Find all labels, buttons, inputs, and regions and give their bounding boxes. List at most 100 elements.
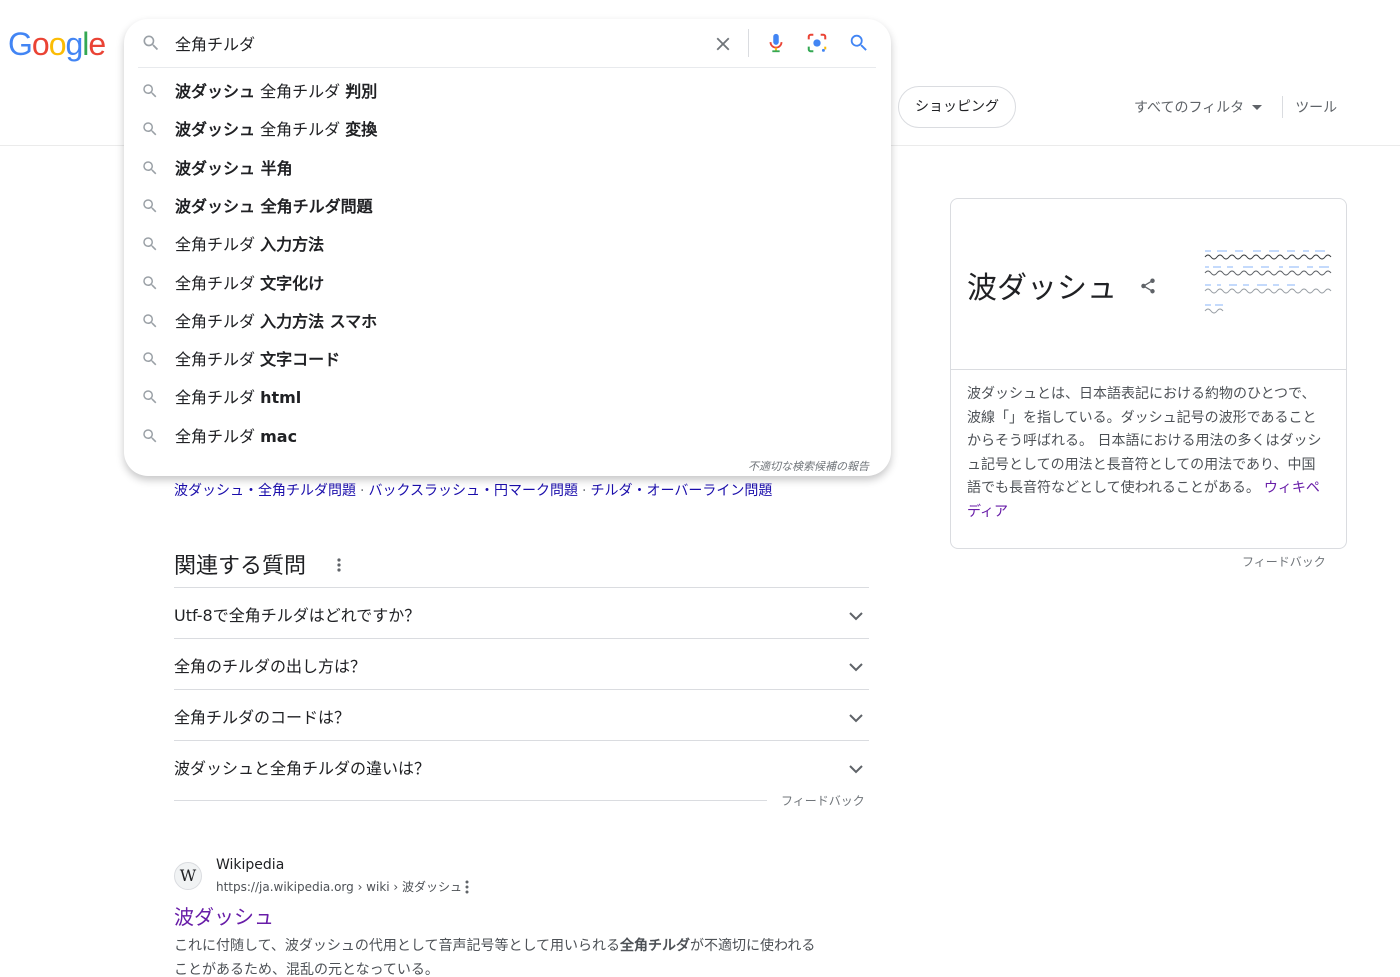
suggestion-query-part: 全角チルダ: [175, 350, 261, 370]
suggestion-query-part: 全角チルダ: [255, 120, 346, 140]
suggestion-text: 波ダッシュ 全角チルダ 変換: [175, 116, 377, 140]
logo-letter: G: [8, 26, 33, 62]
suggestion-item[interactable]: 波ダッシュ 全角チルダ 変換: [124, 109, 891, 147]
related-link[interactable]: バックスラッシュ・円マーク問題: [368, 483, 578, 499]
suggestion-text: 全角チルダ 文字コード: [175, 346, 340, 370]
paa-question-text: 全角のチルダの出し方は？: [174, 657, 367, 676]
logo-letter: o: [48, 26, 67, 62]
search-icon: [141, 235, 159, 257]
knowledge-panel-feedback-link[interactable]: フィードバック: [1242, 553, 1326, 570]
share-icon[interactable]: [1139, 276, 1157, 300]
suggestion-bold-part: 波ダッシュ: [175, 82, 256, 101]
logo-letter: g: [65, 26, 83, 62]
suggestion-item[interactable]: 全角チルダ 入力方法 スマホ: [124, 301, 891, 339]
knowledge-panel-description: 波ダッシュとは、日本語表記における約物のひとつで、波線「」を指している。ダッシュ…: [967, 383, 1329, 524]
paa-title: 関連する質問: [174, 554, 307, 579]
search-input[interactable]: 全角チルダ: [175, 31, 255, 55]
suggestion-bold-part: 波ダッシュ 全角チルダ問題: [175, 196, 373, 216]
chevron-down-icon: [849, 657, 863, 676]
search-autocomplete-box: 全角チルダ 波ダッシュ 全角チルダ 判別 波ダッシュ 全角チルダ 変換 波ダッシ…: [124, 19, 891, 476]
dropdown-divider: [138, 67, 876, 68]
more-options-icon[interactable]: [335, 556, 343, 578]
filters-bar: すべてのフィルタ ツール: [1134, 96, 1337, 118]
wikipedia-favicon[interactable]: W: [174, 862, 202, 890]
search-icon: [141, 120, 159, 142]
search-button-icon[interactable]: [848, 32, 870, 58]
suggestion-bold-part: html: [260, 388, 302, 408]
suggestion-text: 波ダッシュ 全角チルダ問題: [175, 193, 373, 217]
knowledge-panel-title: 波ダッシュ: [967, 271, 1117, 306]
suggestion-item[interactable]: 波ダッシュ 半角: [124, 148, 891, 186]
suggestion-query-part: 全角チルダ: [175, 388, 261, 408]
search-icon: [141, 82, 159, 104]
google-logo[interactable]: Google: [8, 26, 106, 63]
suggestion-item[interactable]: 全角チルダ html: [124, 377, 891, 415]
suggestion-query-part: 全角チルダ: [175, 235, 261, 255]
paa-question-text: Utf-8で全角チルダはどれですか？: [174, 606, 421, 625]
chevron-down-icon: [849, 759, 863, 778]
knowledge-panel-divider: [951, 369, 1346, 370]
suggestion-item[interactable]: 波ダッシュ 全角チルダ問題: [124, 186, 891, 224]
suggestion-item[interactable]: 波ダッシュ 全角チルダ 判別: [124, 71, 891, 109]
suggestion-item[interactable]: 全角チルダ mac: [124, 416, 891, 454]
suggestion-bold-part: 判別: [345, 82, 378, 101]
search-icon: [141, 427, 159, 449]
all-filters-button[interactable]: すべてのフィルタ: [1134, 97, 1244, 117]
snippet-text: これに付随して、波ダッシュの代用として音声記号等として用いられる: [174, 938, 621, 954]
result-snippet: これに付随して、波ダッシュの代用として音声記号等として用いられる全角チルダが不適…: [174, 934, 824, 977]
separator-dot: ·: [582, 483, 587, 499]
suggestion-item[interactable]: 全角チルダ 文字化け: [124, 263, 891, 301]
related-links: 波ダッシュ・全角チルダ問題 · バックスラッシュ・円マーク問題 · チルダ・オーバーライ…: [174, 480, 772, 500]
search-icon: [141, 312, 159, 334]
suggestion-bold-part: 波ダッシュ 半角: [175, 158, 293, 178]
search-icon: [141, 274, 159, 296]
more-options-icon[interactable]: [463, 879, 471, 899]
chevron-down-icon: [849, 708, 863, 727]
caret-down-icon[interactable]: [1252, 104, 1263, 110]
suggestion-bold-part: 変換: [345, 120, 378, 140]
logo-letter: o: [31, 26, 50, 62]
search-icon: [141, 350, 159, 372]
snippet-highlight: 全角チルダ: [620, 938, 691, 954]
suggestion-text: 全角チルダ html: [175, 384, 301, 408]
suggestion-query-part: 全角チルダ: [175, 426, 261, 446]
tab-shopping[interactable]: ショッピング: [898, 86, 1016, 128]
search-icon: [141, 159, 159, 181]
tools-button[interactable]: ツール: [1295, 97, 1337, 117]
suggestion-text: 全角チルダ 入力方法: [175, 231, 324, 255]
wave-dash-thumbnail-image[interactable]: [1203, 247, 1333, 323]
suggestion-bold-part: 文字化け: [260, 273, 325, 293]
clear-icon[interactable]: [712, 33, 734, 59]
paa-question[interactable]: 波ダッシュと全角チルダの違いは？: [174, 740, 869, 791]
related-link[interactable]: チルダ・オーバーライン問題: [591, 483, 773, 499]
microphone-icon[interactable]: [765, 31, 787, 59]
suggestion-query-part: 全角チルダ: [255, 82, 346, 101]
paa-divider: [174, 800, 767, 801]
suggestion-text: 全角チルダ 文字化け: [175, 270, 324, 294]
search-icon: [141, 388, 159, 410]
result-site-name[interactable]: Wikipedia: [216, 857, 284, 873]
paa-question[interactable]: 全角のチルダの出し方は？: [174, 638, 869, 689]
suggestion-item[interactable]: 全角チルダ 文字コード: [124, 339, 891, 377]
report-suggestions-link[interactable]: 不適切な検索候補の報告: [748, 458, 869, 474]
related-link[interactable]: 波ダッシュ・全角チルダ問題: [174, 483, 356, 499]
suggestion-item[interactable]: 全角チルダ 入力方法: [124, 224, 891, 262]
logo-letter: e: [88, 26, 106, 62]
suggestion-bold-part: 文字コード: [260, 350, 341, 370]
suggestion-bold-part: 入力方法: [260, 235, 325, 255]
result-url[interactable]: https://ja.wikipedia.org › wiki › 波ダッシュ: [216, 878, 462, 895]
knowledge-panel: 波ダッシュ 波ダッシュとは、日本語表記における約物のひとつで、波線「」を指してい…: [950, 198, 1347, 549]
search-icon: [141, 197, 159, 219]
result-title-link[interactable]: 波ダッシュ: [174, 901, 274, 930]
paa-feedback-link[interactable]: フィードバック: [781, 792, 865, 809]
suggestion-bold-part: 入力方法 スマホ: [260, 311, 378, 331]
paa-question[interactable]: Utf-8で全角チルダはどれですか？: [174, 587, 869, 638]
paa-question[interactable]: 全角チルダのコードは？: [174, 689, 869, 740]
google-lens-icon[interactable]: [806, 32, 828, 58]
chevron-down-icon: [849, 606, 863, 625]
suggestion-query-part: 全角チルダ: [175, 273, 261, 293]
suggestion-text: 波ダッシュ 半角: [175, 155, 293, 179]
suggestion-text: 波ダッシュ 全角チルダ 判別: [175, 78, 377, 102]
search-icon: [141, 33, 161, 57]
suggestion-bold-part: mac: [260, 426, 298, 446]
